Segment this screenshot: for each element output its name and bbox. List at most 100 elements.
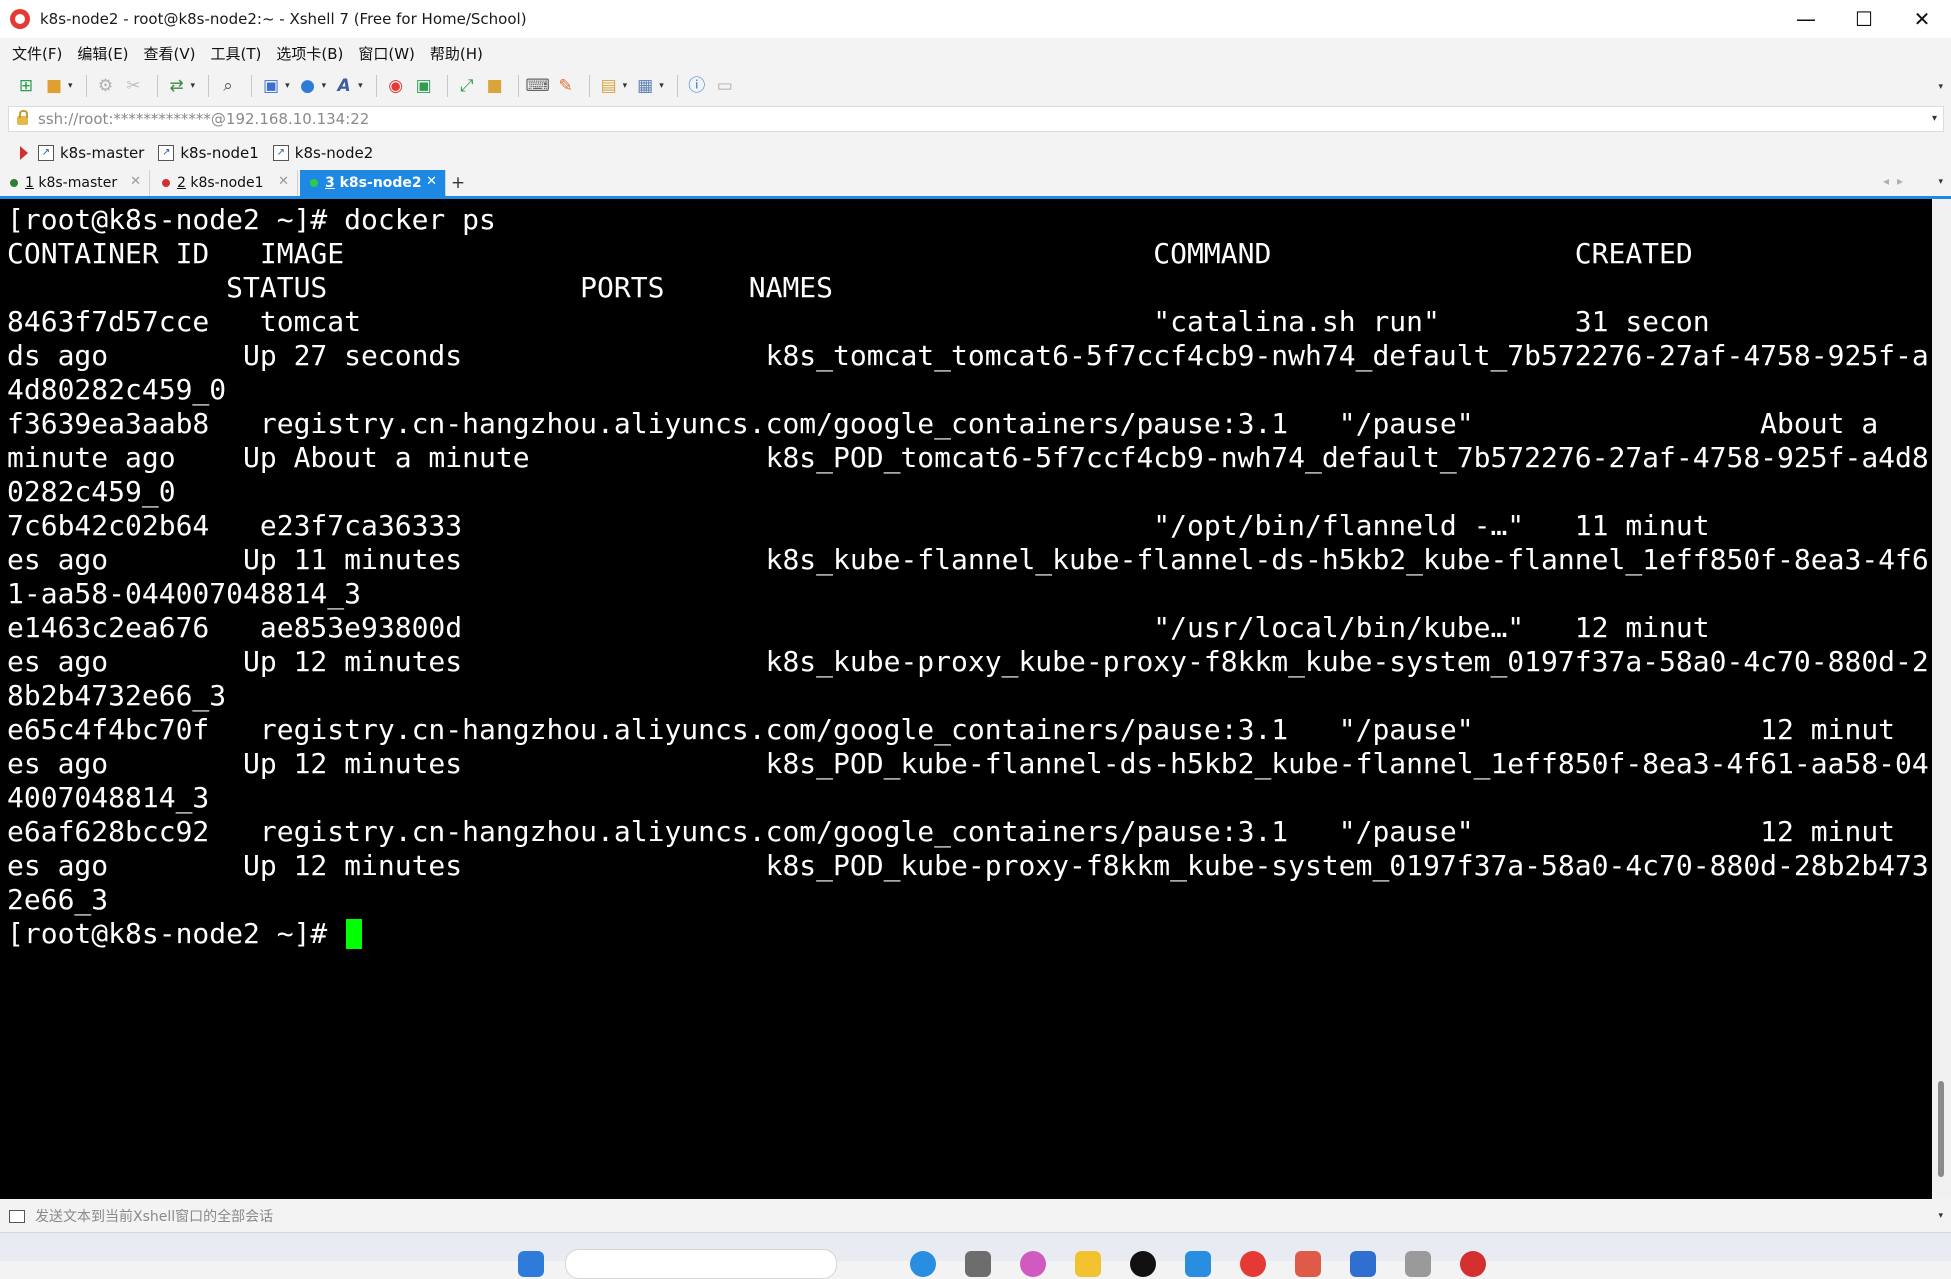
new-session-icon[interactable]: ⊞ [14,74,38,98]
keyboard-icon[interactable]: ⌨ [525,74,550,98]
compose-bar-placeholder: 发送文本到当前Xshell窗口的全部会话 [35,1209,274,1225]
disconnect-icon[interactable]: ✂ [122,74,146,98]
taskbar-app-icon[interactable] [965,1251,991,1277]
link-k8s-master[interactable]: ↗ k8s-master [38,144,144,162]
address-input[interactable]: ssh://root:*************@192.168.10.134:… [38,110,369,128]
terminal-area[interactable]: [root@k8s-node2 ~]# docker ps CONTAINER … [0,199,1932,1199]
connect-icon[interactable]: ⚙ [94,74,118,98]
highlight-icon[interactable]: ✎ [554,74,578,98]
menu-window[interactable]: 窗口(W) [358,43,415,64]
compose-bar[interactable]: 发送文本到当前Xshell窗口的全部会话 ▾ [0,1201,1951,1231]
tab-label: k8s-master [38,175,118,191]
menu-edit[interactable]: 编辑(E) [77,43,128,64]
menu-bar: 文件(F) 编辑(E) 查看(V) 工具(T) 选项卡(B) 窗口(W) 帮助(… [0,38,1951,68]
status-dot [310,179,318,187]
help-icon[interactable]: ⓘ [685,74,709,98]
transfer-dropdown-icon[interactable]: ▾ [191,81,196,91]
terminal-line: e6af628bcc92 registry.cn-hangzhou.aliyun… [7,815,1896,848]
menu-tools[interactable]: 工具(T) [211,43,262,64]
shortcut-icon: ↗ [38,145,54,161]
toolbar-separator [676,75,678,97]
taskbar-app-icon[interactable] [910,1251,936,1277]
terminal-line: STATUS PORTS NAMES [7,271,834,304]
taskbar-app-icon[interactable] [1460,1251,1486,1277]
terminal-line: 4d80282c459_0 [7,373,227,406]
toolbar-separator [588,75,590,97]
font-icon[interactable]: A [332,74,356,98]
tab-k8s-node2[interactable]: 3 k8s-node2 ✕ [300,170,446,196]
properties-dropdown-icon[interactable]: ▾ [285,81,290,91]
compose-icon[interactable]: ▤ [597,74,621,98]
tab-list-dropdown-icon[interactable]: ▾ [1938,177,1943,187]
taskbar-app-icon[interactable] [1240,1251,1266,1277]
terminal-cursor [346,919,363,949]
link-k8s-node2[interactable]: ↗ k8s-node2 [272,144,373,162]
tab-close-icon[interactable]: ✕ [130,174,141,189]
xshell-app-icon [10,9,30,29]
terminal-line: f3639ea3aab8 registry.cn-hangzhou.aliyun… [7,407,1879,440]
properties-icon[interactable]: ▣ [259,74,283,98]
toolbar-overflow-icon[interactable]: ▾ [1938,82,1943,92]
chat-icon[interactable]: ▭ [713,74,737,98]
taskbar-app-icon[interactable] [1020,1251,1046,1277]
tab-close-icon[interactable]: ✕ [426,174,437,189]
taskbar-app-icon[interactable] [1295,1251,1321,1277]
lock-icon [17,110,28,125]
taskbar-app-icon[interactable] [1075,1251,1101,1277]
tab-k8s-node1[interactable]: 2 k8s-node1 ✕ [152,170,298,196]
minimize-button[interactable]: — [1777,0,1835,38]
compose-dropdown-icon[interactable]: ▾ [1938,1211,1943,1221]
menu-file[interactable]: 文件(F) [12,43,62,64]
shortcut-icon: ↗ [158,145,175,161]
tab-number: 3 [325,175,335,191]
os-taskbar [0,1232,1951,1279]
menu-view[interactable]: 查看(V) [144,43,196,64]
compose-dropdown-icon[interactable]: ▾ [623,81,628,91]
terminal-line: 7c6b42c02b64 e23f7ca36333 "/opt/bin/flan… [7,509,1710,542]
taskbar-app-icon[interactable] [1130,1251,1156,1277]
terminal-line: 4007048814_3 [7,781,210,814]
windows-start-icon[interactable] [518,1251,544,1277]
bookmark-icon[interactable] [20,146,28,160]
taskbar-search-box[interactable] [565,1249,837,1279]
toolbar-separator [517,75,519,97]
font-dropdown-icon[interactable]: ▾ [358,81,363,91]
taskbar-app-icon[interactable] [1185,1251,1211,1277]
terminal-line: e1463c2ea676 ae853e93800d "/usr/local/bi… [7,611,1710,644]
open-dropdown-icon[interactable]: ▾ [68,81,73,91]
tab-k8s-master[interactable]: 1 k8s-master ✕ [0,170,150,196]
globe-dropdown-icon[interactable]: ▾ [322,81,327,91]
lock-toolbar-icon[interactable]: ■ [483,74,507,98]
layout-dropdown-icon[interactable]: ▾ [659,81,664,91]
toolbar-separator [85,75,87,97]
menu-help[interactable]: 帮助(H) [430,43,483,64]
links-bar: ↗ k8s-master ↗ k8s-node1 ↗ k8s-node2 [0,138,1951,168]
taskbar-app-icon[interactable] [1350,1251,1376,1277]
tab-label: k8s-node2 [339,175,422,191]
xftp-icon[interactable]: ▣ [412,74,436,98]
address-bar[interactable]: ssh://root:*************@192.168.10.134:… [8,106,1944,132]
scrollbar-thumb[interactable] [1938,1081,1944,1177]
tab-scroll-arrows-icon[interactable]: ◂▸ [1883,174,1911,188]
link-k8s-node1[interactable]: ↗ k8s-node1 [158,144,259,162]
close-button[interactable]: ✕ [1893,0,1951,38]
session-tab-bar: 1 k8s-master ✕ 2 k8s-node1 ✕ 3 k8s-node2… [0,170,1951,199]
maximize-button[interactable]: ☐ [1835,0,1893,38]
globe-icon[interactable]: ● [296,74,320,98]
find-icon[interactable]: ⌕ [216,74,240,98]
taskbar-app-icon[interactable] [1405,1251,1431,1277]
address-dropdown-icon[interactable]: ▾ [1932,113,1937,124]
window-title: k8s-node2 - root@k8s-node2:~ - Xshell 7 … [40,10,527,28]
terminal-line: es ago Up 11 minutes k8s_kube-flannel_ku… [7,543,1929,576]
open-folder-icon[interactable]: ■ [42,74,66,98]
new-tab-icon[interactable]: + [448,172,468,194]
compose-bar-icon [9,1209,25,1223]
terminal-line: 2e66_3 [7,883,109,916]
tab-close-icon[interactable]: ✕ [278,174,289,189]
fullscreen-icon[interactable]: ⤢ [455,74,479,98]
layout-icon[interactable]: ▦ [633,74,657,98]
transfer-icon[interactable]: ⇄ [165,74,189,98]
xshell-icon[interactable]: ◉ [384,74,408,98]
menu-tabs[interactable]: 选项卡(B) [276,43,343,64]
terminal-scrollbar[interactable] [1932,199,1951,1199]
